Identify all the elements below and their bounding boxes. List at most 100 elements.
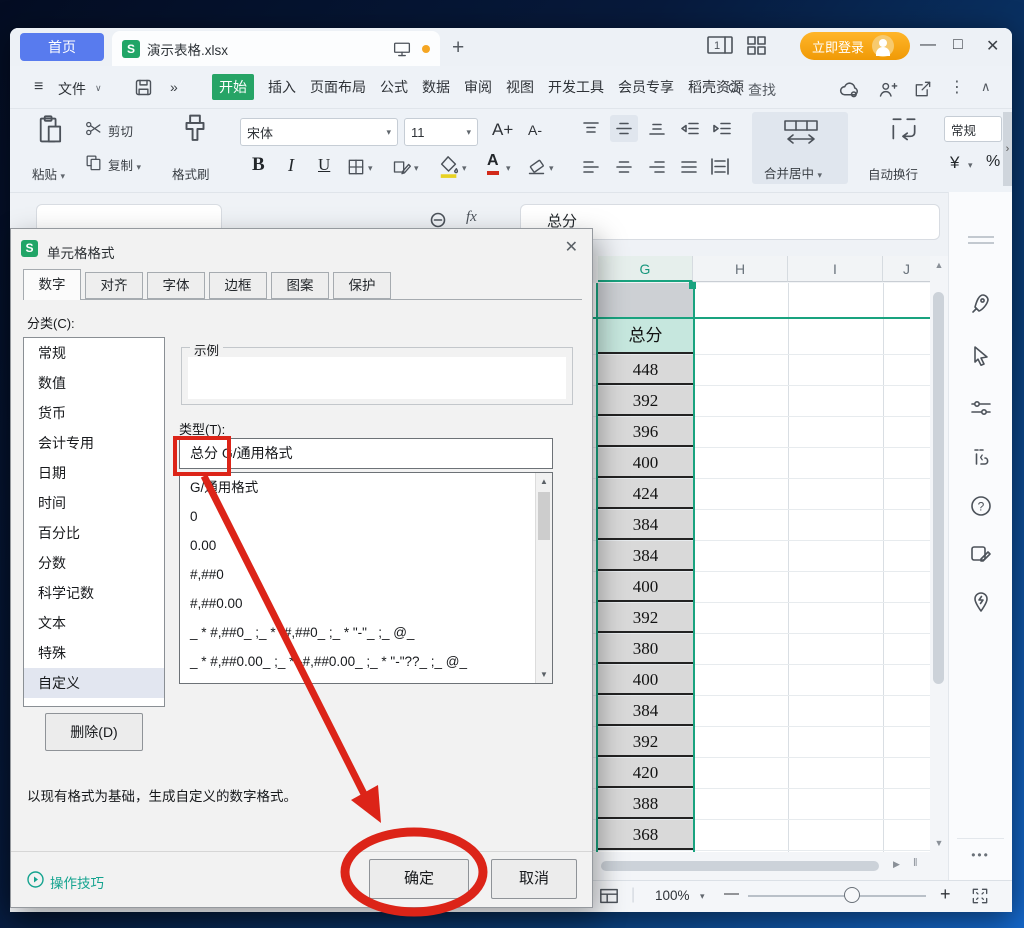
new-tab-button[interactable]: + — [452, 36, 464, 60]
category-item[interactable]: 分数 — [24, 548, 164, 578]
tab-alignment[interactable]: 对齐 — [85, 272, 143, 299]
copy-icon[interactable] — [84, 153, 103, 172]
tab-font[interactable]: 字体 — [147, 272, 205, 299]
feedback-icon[interactable] — [969, 542, 993, 566]
dialog-close-icon[interactable]: ✕ — [565, 237, 578, 257]
category-item[interactable]: 常规 — [24, 338, 164, 368]
currency-caret[interactable]: ▾ — [968, 160, 973, 171]
zoom-level[interactable]: 100% — [655, 888, 690, 903]
menu-dev-tools[interactable]: 开发工具 — [548, 77, 604, 97]
cell-value[interactable]: 392 — [598, 603, 693, 633]
location-icon[interactable] — [969, 590, 993, 614]
category-list[interactable]: 常规 数值 货币 会计专用 日期 时间 百分比 分数 科学记数 文本 特殊 自定… — [23, 337, 165, 707]
format-item[interactable]: _ * #,##0.00_ ;_ * -#,##0.00_ ;_ * "-"??… — [180, 647, 552, 676]
cell-value[interactable]: 420 — [598, 758, 693, 788]
sidebar-handle[interactable] — [968, 236, 994, 244]
close-button[interactable]: ✕ — [986, 36, 999, 56]
sheet-row[interactable]: 380 — [586, 634, 930, 665]
cancel-button[interactable]: 取消 — [491, 859, 577, 899]
cell-value[interactable]: 400 — [598, 572, 693, 602]
cell-value[interactable]: 384 — [598, 696, 693, 726]
format-list-scrollbar[interactable]: ▲ ▼ — [535, 473, 552, 683]
underline-button[interactable]: U — [318, 155, 330, 175]
align-bottom-icon[interactable] — [648, 121, 666, 136]
maximize-button[interactable]: □ — [953, 36, 963, 54]
category-item[interactable]: 货币 — [24, 398, 164, 428]
cut-label[interactable]: 剪切 — [108, 121, 133, 140]
sheet-row[interactable]: 368 — [586, 820, 930, 851]
align-middle-icon[interactable] — [615, 121, 633, 136]
sheet-row[interactable]: 448 — [586, 355, 930, 386]
justify-icon[interactable] — [680, 160, 698, 174]
eraser-icon[interactable] — [526, 156, 547, 177]
sheet-row[interactable]: 392 — [586, 386, 930, 417]
align-right-icon[interactable] — [648, 160, 666, 174]
cloud-sync-icon[interactable] — [838, 79, 861, 99]
add-user-icon[interactable] — [877, 79, 898, 99]
zoom-slider-knob[interactable] — [844, 887, 860, 903]
help-icon[interactable]: ? — [969, 494, 993, 518]
sheet-row-header[interactable]: 总分 — [586, 319, 930, 355]
cell-value[interactable]: 400 — [598, 665, 693, 695]
font-size-select[interactable]: 11▾ — [404, 118, 478, 146]
menu-page-layout[interactable]: 页面布局 — [310, 77, 366, 97]
decrease-indent-icon[interactable] — [680, 121, 700, 136]
sheet-row[interactable]: 384 — [586, 510, 930, 541]
horizontal-scrollbar[interactable]: ▶ ‖ — [593, 852, 948, 880]
cell-value[interactable]: 392 — [598, 386, 693, 416]
format-item[interactable]: G/通用格式 — [180, 473, 552, 502]
app-grid-icon[interactable] — [746, 35, 767, 56]
sheet-row[interactable]: 400 — [586, 665, 930, 696]
align-left-icon[interactable] — [582, 160, 600, 174]
menu-data[interactable]: 数据 — [422, 77, 450, 97]
tab-border[interactable]: 边框 — [209, 272, 267, 299]
cell-value[interactable]: 392 — [598, 727, 693, 757]
copy-label[interactable]: 复制 ▾ — [108, 155, 141, 174]
format-scroll-thumb[interactable] — [538, 492, 550, 540]
minimize-button[interactable]: — — [920, 36, 936, 54]
column-header-h[interactable]: H — [693, 256, 788, 282]
search-label[interactable]: 查找 — [748, 80, 776, 100]
sheet-row[interactable]: 396 — [586, 417, 930, 448]
search-icon[interactable] — [726, 80, 743, 97]
ok-button[interactable]: 确定 — [369, 859, 469, 899]
sheet-row[interactable]: 424 — [586, 479, 930, 510]
sheet-row[interactable]: 400 — [586, 572, 930, 603]
format-scroll-up-icon[interactable]: ▲ — [536, 473, 552, 486]
cell-value[interactable]: 388 — [598, 789, 693, 819]
scroll-right-icon[interactable]: ▶ — [893, 859, 900, 870]
cancel-entry-icon[interactable] — [430, 212, 446, 228]
category-item[interactable]: 特殊 — [24, 638, 164, 668]
sheet-row[interactable]: 420 — [586, 758, 930, 789]
selected-cell-blank[interactable] — [598, 283, 693, 318]
align-top-icon[interactable] — [582, 121, 600, 136]
format-scroll-down-icon[interactable]: ▼ — [536, 670, 552, 679]
share-icon[interactable] — [913, 79, 933, 99]
sheet-row[interactable]: 384 — [586, 696, 930, 727]
sheet-row[interactable]: 392 — [586, 727, 930, 758]
sheet-row[interactable]: 388 — [586, 789, 930, 820]
column-header-j[interactable]: J — [883, 256, 930, 282]
split-handle[interactable]: ‖ — [913, 857, 918, 869]
category-item-selected[interactable]: 自定义 — [24, 668, 164, 698]
vertical-scrollbar[interactable]: ▲ ▼ — [930, 256, 948, 852]
cell-value[interactable]: 384 — [598, 541, 693, 571]
format-painter-icon[interactable] — [178, 112, 212, 146]
cell-zongfen[interactable]: 总分 — [598, 319, 693, 354]
category-item[interactable]: 数值 — [24, 368, 164, 398]
selection-handle[interactable] — [689, 282, 696, 289]
view-layout-icon[interactable] — [598, 886, 620, 906]
percent-format-button[interactable]: % — [986, 153, 1000, 171]
format-item[interactable]: #,##0.00 — [180, 589, 552, 618]
cell-value[interactable]: 384 — [598, 510, 693, 540]
fx-icon[interactable]: fx — [466, 209, 477, 226]
italic-button[interactable]: I — [288, 155, 294, 176]
cell-value[interactable]: 424 — [598, 479, 693, 509]
column-header-g[interactable]: G — [598, 256, 693, 282]
menu-member[interactable]: 会员专享 — [618, 77, 674, 97]
sidebar-more-icon[interactable]: ••• — [949, 848, 1012, 862]
more-quick-icons[interactable]: » — [170, 79, 178, 95]
category-item[interactable]: 百分比 — [24, 518, 164, 548]
fullscreen-icon[interactable] — [970, 886, 990, 906]
file-menu[interactable]: 文件 — [58, 79, 86, 99]
